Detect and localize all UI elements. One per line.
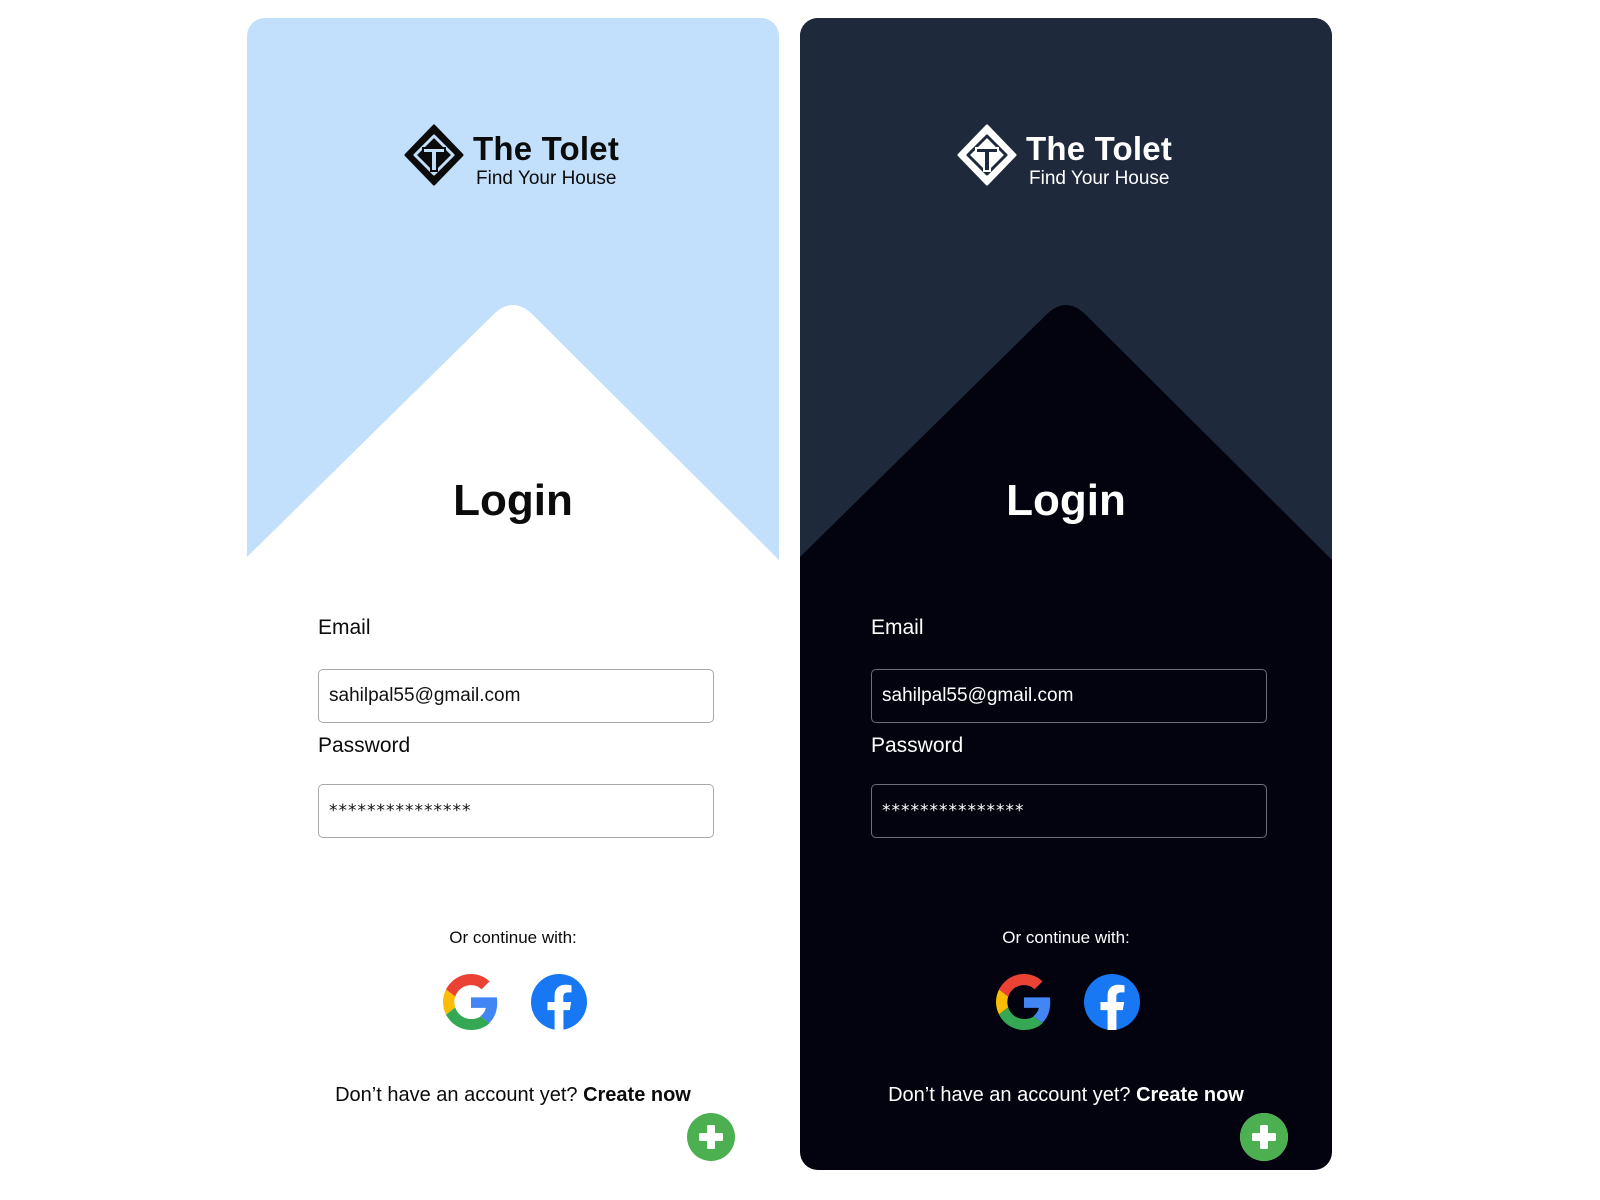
no-account-text: Don’t have an account yet?: [335, 1084, 578, 1106]
password-input[interactable]: [318, 784, 714, 838]
email-label: Email: [871, 616, 924, 639]
brand: The Tolet Find Your House: [403, 124, 643, 194]
google-icon: [996, 974, 1051, 1030]
login-title: Login: [453, 476, 573, 525]
email-label: Email: [318, 616, 371, 639]
house-diamond-logo-icon: [957, 124, 1017, 186]
google-login-button[interactable]: [996, 974, 1052, 1030]
password-label: Password: [871, 734, 964, 757]
login-card-light: The Tolet Find Your House Login Email Pa…: [247, 18, 779, 1170]
signup-prompt: Don’t have an account yet? Create now: [247, 1084, 779, 1107]
password-input[interactable]: [871, 784, 1267, 838]
add-fab-button[interactable]: [687, 1113, 735, 1161]
signup-prompt: Don’t have an account yet? Create now: [800, 1084, 1332, 1107]
house-diamond-logo-icon: [404, 124, 464, 186]
facebook-login-button[interactable]: [531, 974, 587, 1030]
add-fab-button[interactable]: [1240, 1113, 1288, 1161]
brand-tagline: Find Your House: [476, 168, 617, 189]
brand-name: The Tolet: [473, 130, 620, 167]
facebook-icon: [1084, 974, 1140, 1030]
email-input[interactable]: [871, 669, 1267, 723]
plus-icon: [687, 1113, 735, 1161]
google-icon: [443, 974, 498, 1030]
brand: The Tolet Find Your House: [956, 124, 1196, 194]
brand-name: The Tolet: [1026, 130, 1173, 167]
password-label: Password: [318, 734, 411, 757]
continue-with-text: Or continue with:: [449, 928, 577, 947]
create-account-link[interactable]: Create now: [583, 1084, 691, 1106]
no-account-text: Don’t have an account yet?: [888, 1084, 1131, 1106]
login-title: Login: [1006, 476, 1126, 525]
email-input[interactable]: [318, 669, 714, 723]
google-login-button[interactable]: [443, 974, 499, 1030]
brand-tagline: Find Your House: [1029, 168, 1170, 189]
facebook-login-button[interactable]: [1084, 974, 1140, 1030]
facebook-icon: [531, 974, 587, 1030]
plus-icon: [1240, 1113, 1288, 1161]
create-account-link[interactable]: Create now: [1136, 1084, 1244, 1106]
login-card-dark: The Tolet Find Your House Login Email Pa…: [800, 18, 1332, 1170]
continue-with-text: Or continue with:: [1002, 928, 1130, 947]
